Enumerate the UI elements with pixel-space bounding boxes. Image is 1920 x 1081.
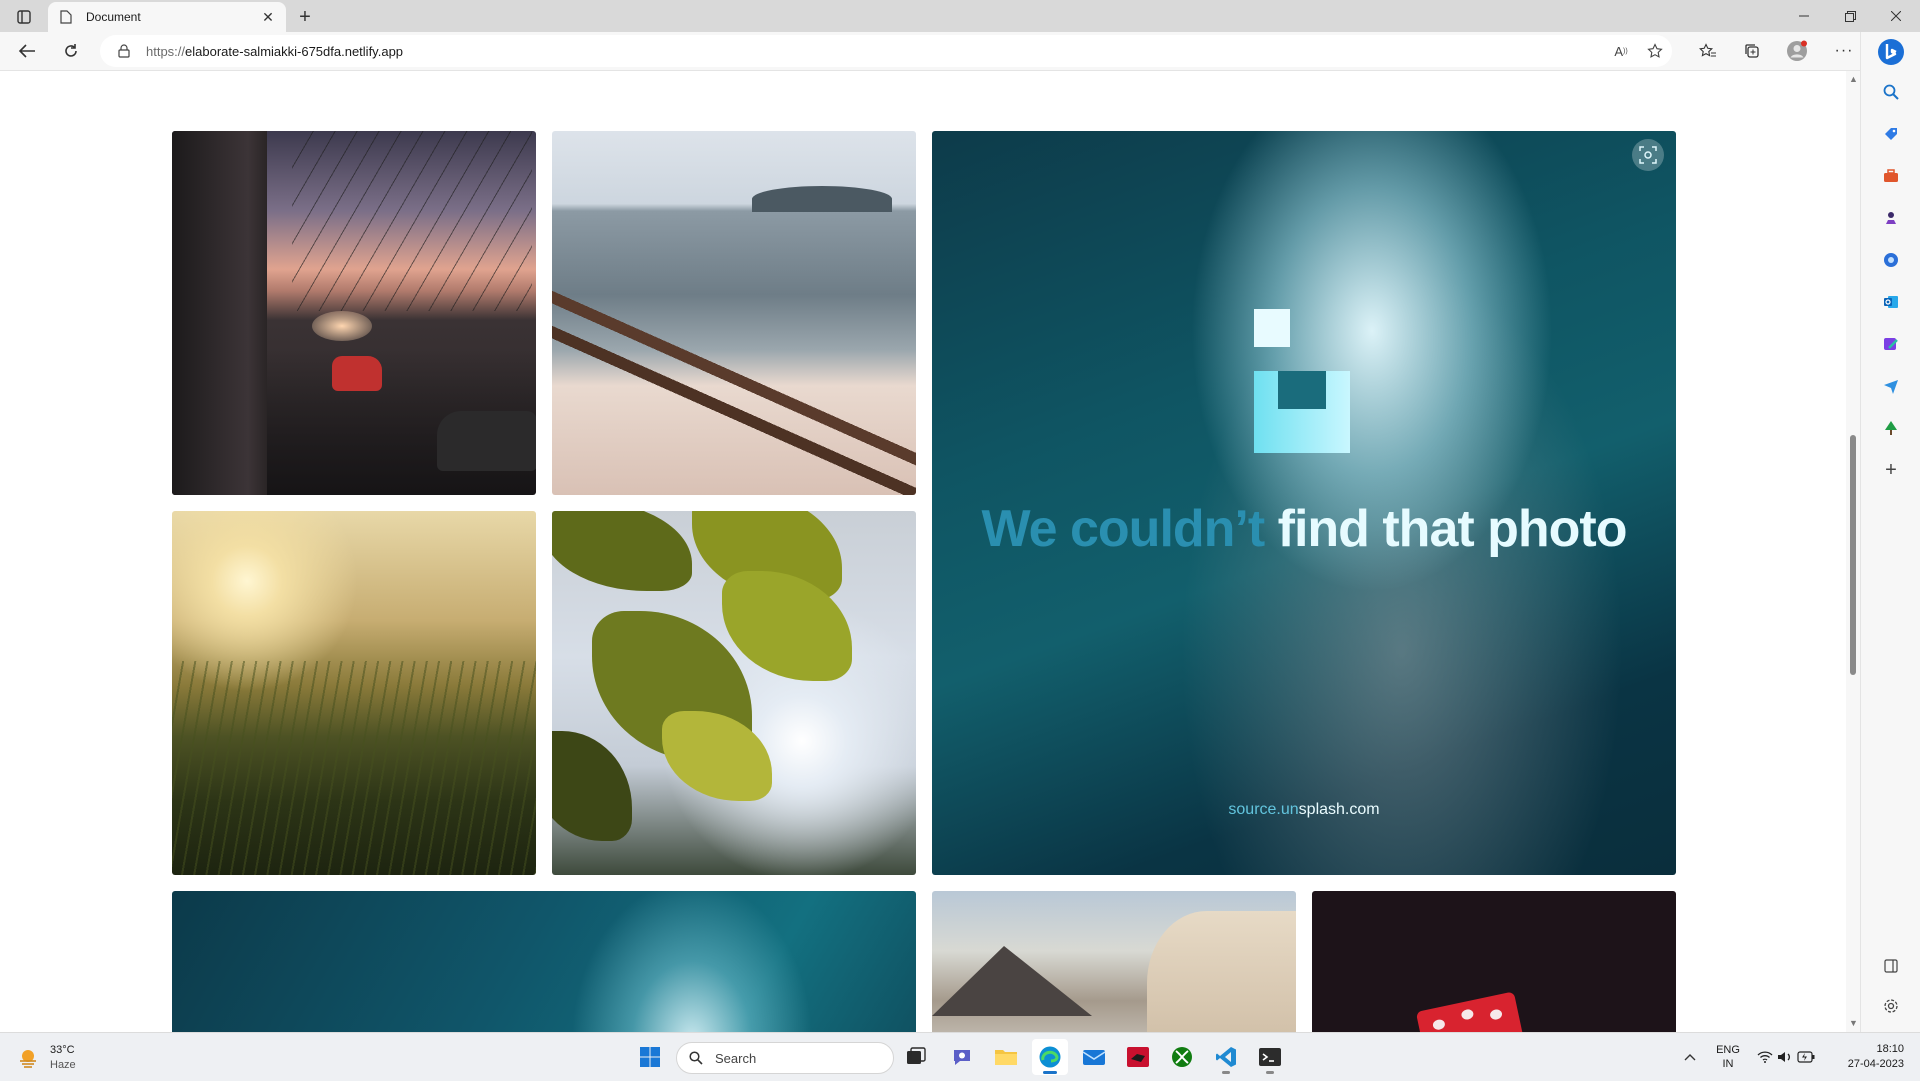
bing-chat-icon[interactable] [1877,38,1905,66]
tab-title: Document [86,10,141,24]
haze-sun-icon [16,1046,40,1070]
clock-date: 27-04-2023 [1847,1058,1904,1070]
windows-taskbar: 33°C Haze Search ENG IN 18:10 27-04-2023 [0,1032,1920,1081]
error-source-domain: source.unsplash.com [1228,801,1380,818]
edge-sidebar: + [1860,32,1920,1032]
back-arrow-icon [18,44,35,58]
favorites-button[interactable] [1693,37,1723,65]
add-sidebar-app-icon[interactable]: + [1879,458,1903,482]
search-icon [689,1050,705,1066]
clock-time: 18:10 [1876,1043,1904,1055]
profile-button[interactable] [1782,37,1812,65]
drop-send-icon[interactable] [1879,374,1903,398]
add-favorite-icon[interactable] [1642,39,1668,63]
browser-toolbar: https://elaborate-salmiakki-675dfa.netli… [0,32,1860,71]
page-scrollbar[interactable]: ▲ ▼ [1846,71,1860,1032]
designer-icon[interactable] [1879,332,1903,356]
microsoft-365-icon[interactable] [1879,248,1903,272]
photo-coastal-rock-mountain[interactable] [932,891,1296,1032]
tools-briefcase-icon[interactable] [1879,164,1903,188]
edge-icon [1039,1046,1061,1068]
system-clock[interactable]: 18:10 27-04-2023 [1836,1033,1904,1081]
vscode-icon [1216,1047,1236,1067]
restore-button[interactable] [1827,0,1873,32]
browser-titlebar: Document ✕ + [0,0,1920,32]
mail-icon [1082,1050,1106,1065]
photo-wheat-field-sunlight[interactable] [172,511,536,875]
more-icon: ··· [1834,42,1854,59]
close-window-button[interactable] [1873,0,1919,32]
games-icon[interactable] [1879,206,1903,230]
photo-seaside-railing[interactable] [552,131,916,495]
battery-charging-icon[interactable] [1796,1033,1816,1081]
photo-red-dice[interactable] [1312,891,1676,1032]
folder-icon [995,1050,1017,1065]
photo-not-found-placeholder-2[interactable] [172,891,916,1032]
url-text[interactable]: https://elaborate-salmiakki-675dfa.netli… [146,44,403,59]
address-bar[interactable]: https://elaborate-salmiakki-675dfa.netli… [100,35,1672,67]
xbox-icon [1172,1047,1192,1067]
weather-temperature: 33°C [50,1044,75,1056]
start-button[interactable] [632,1039,668,1075]
scroll-down-icon[interactable]: ▼ [1849,1019,1858,1028]
task-view-button[interactable] [898,1039,934,1075]
wifi-icon[interactable] [1756,1033,1774,1081]
visual-search-icon[interactable] [1632,139,1664,171]
volume-icon[interactable] [1776,1033,1794,1081]
tab-actions-icon [17,10,31,24]
page-viewport: We couldn’t find that photo source.unspl… [0,71,1846,1032]
tree-icon[interactable] [1879,416,1903,440]
weather-condition: Haze [50,1059,76,1071]
page-icon [60,9,76,25]
show-hidden-icons-chevron-up-icon[interactable] [1680,1033,1700,1081]
error-message: We couldn’t find that photo [981,500,1627,558]
file-explorer-button[interactable] [988,1039,1024,1075]
unsplash-logo [1254,309,1290,347]
outlook-icon[interactable] [1879,290,1903,314]
terminal-button[interactable] [1252,1039,1288,1075]
refresh-icon [65,44,77,57]
scrollbar-thumb[interactable] [1850,435,1856,675]
avatar-icon [1787,40,1807,61]
taskbar-search[interactable]: Search [676,1042,894,1074]
photo-maple-leaves-sky[interactable] [552,511,916,875]
lock-icon[interactable] [118,43,134,59]
terminal-icon [1259,1048,1281,1066]
tab-actions-button[interactable] [10,6,38,28]
new-tab-button[interactable]: + [292,4,318,30]
photo-not-found-placeholder[interactable]: We couldn’t find that photo source.unspl… [932,131,1676,875]
input-language[interactable]: ENG IN [1712,1033,1744,1081]
collections-button[interactable] [1737,37,1767,65]
shopping-tag-icon[interactable] [1879,122,1903,146]
refresh-button[interactable] [56,37,86,65]
search-placeholder: Search [715,1050,757,1066]
minimize-button[interactable] [1781,0,1827,32]
vscode-button[interactable] [1208,1039,1244,1075]
collections-icon [1745,44,1759,58]
task-view-icon [907,1047,926,1064]
edge-taskbar-button[interactable] [1032,1039,1068,1075]
scroll-up-icon[interactable]: ▲ [1849,75,1858,84]
xbox-button[interactable] [1164,1039,1200,1075]
hide-sidebar-icon[interactable] [1879,954,1903,978]
red-app-icon [1127,1047,1149,1067]
app-red-button[interactable] [1120,1039,1156,1075]
weather-widget[interactable]: 33°C Haze [16,1041,136,1075]
close-tab-icon[interactable]: ✕ [258,7,278,27]
mail-button[interactable] [1076,1039,1112,1075]
photo-street-sunset[interactable] [172,131,536,495]
read-aloud-icon[interactable]: A)) [1608,39,1634,63]
back-button[interactable] [12,37,42,65]
sidebar-settings-gear-icon[interactable] [1879,994,1903,1018]
chat-icon [954,1050,970,1065]
tab-document[interactable]: Document ✕ [48,2,286,32]
settings-more-button[interactable]: ··· [1829,37,1859,65]
teams-chat-button[interactable] [944,1039,980,1075]
windows-logo-icon [640,1047,660,1067]
favorites-icon [1699,43,1716,57]
search-icon[interactable] [1879,80,1903,104]
